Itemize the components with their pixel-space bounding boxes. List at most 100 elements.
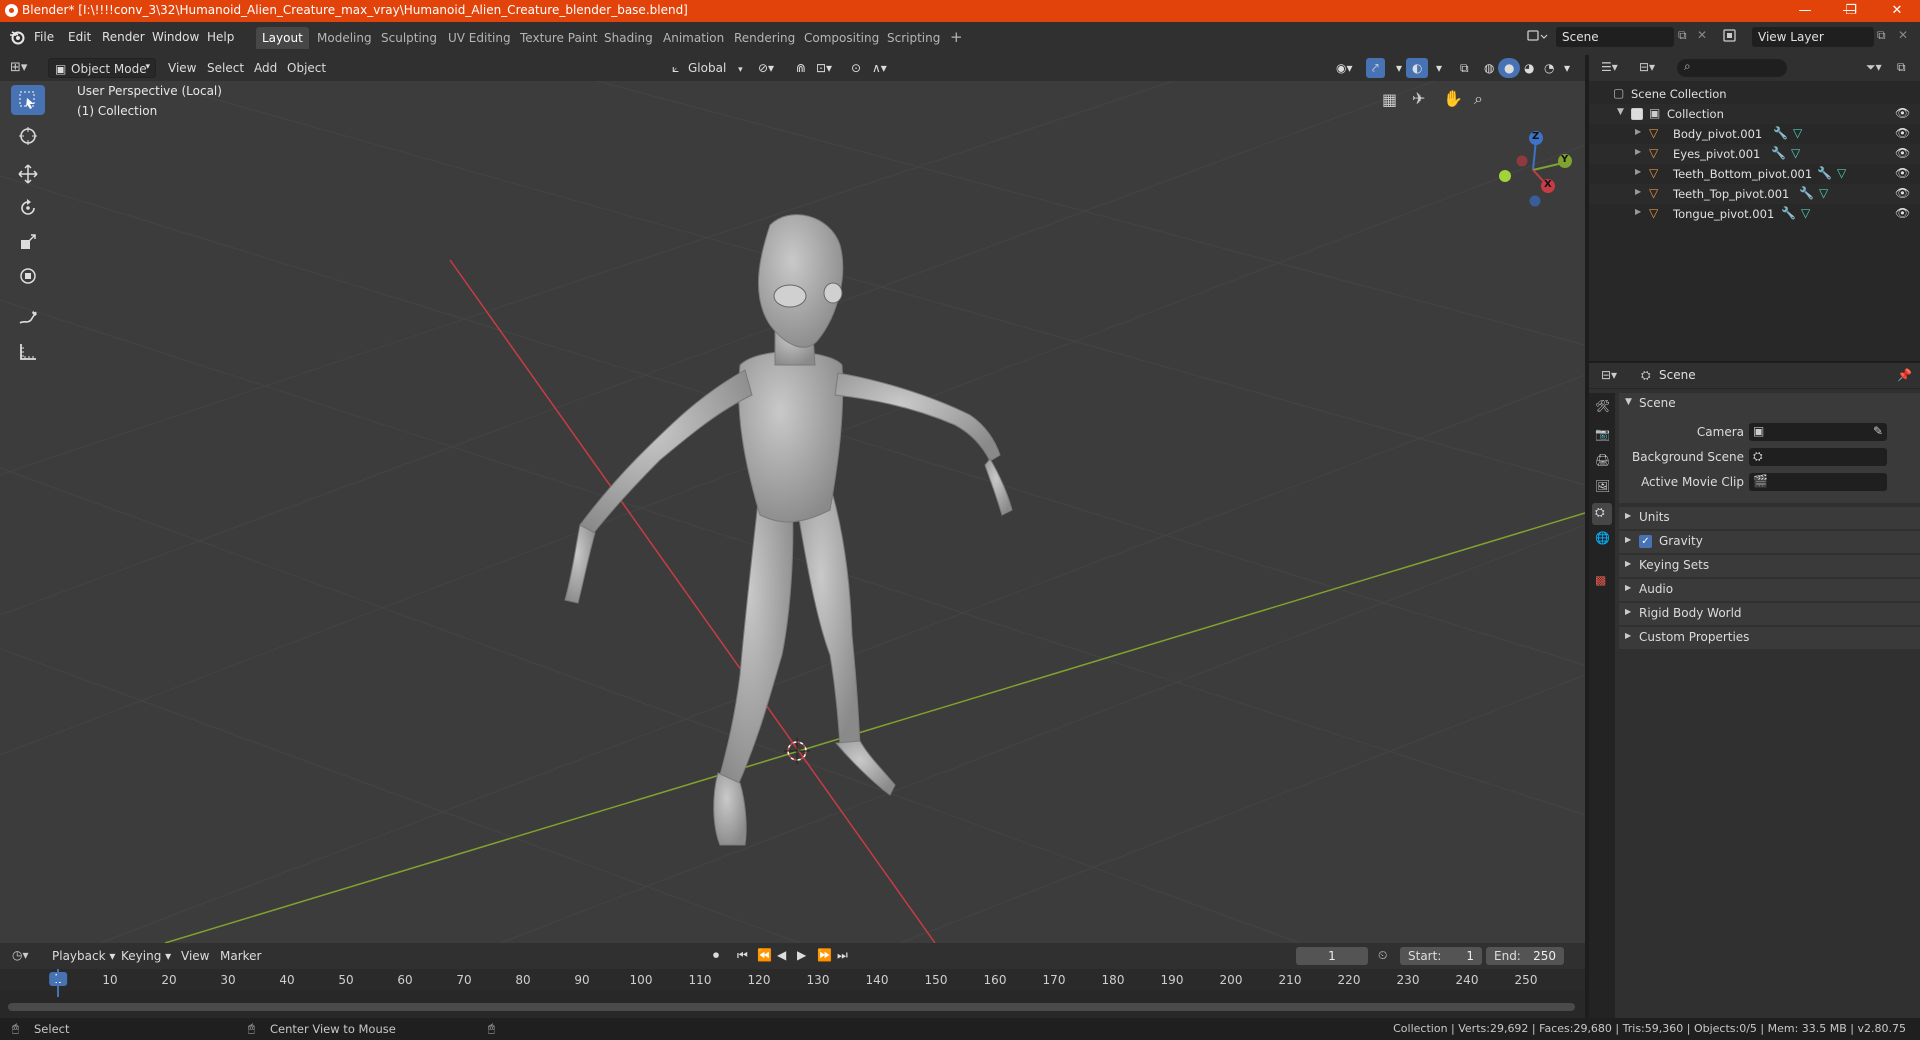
units-panel-header[interactable]: ▶ Units — [1619, 507, 1920, 529]
modifier-wrench-icon[interactable]: 🔧 — [1773, 126, 1788, 140]
modifier-wrench-icon[interactable]: 🔧 — [1771, 146, 1786, 160]
end-frame-field[interactable]: End: 250 — [1486, 947, 1564, 965]
overlays-dropdown-icon[interactable]: ▾ — [1430, 58, 1448, 78]
start-frame-field[interactable]: Start: 1 — [1400, 947, 1482, 965]
collapse-chevron-icon[interactable]: ▼ — [1617, 107, 1624, 117]
xray-toggle-icon[interactable]: ⧉ — [1454, 58, 1475, 78]
tab-compositing[interactable]: Compositing — [798, 27, 885, 49]
tab-layout[interactable]: Layout — [256, 27, 309, 49]
outliner-object-row[interactable]: ▶ ▽ Tongue_pivot.001 🔧 ▽ 👁 — [1589, 204, 1920, 224]
timeline-menu-playback[interactable]: Playback ▾ — [46, 946, 121, 966]
view-layer-new-icon[interactable]: ⧉ — [1877, 28, 1886, 43]
mesh-data-icon[interactable]: ▽ — [1791, 146, 1800, 160]
modifier-wrench-icon[interactable]: 🔧 — [1817, 166, 1832, 180]
tab-modeling[interactable]: Modeling — [311, 27, 378, 49]
filter-icon[interactable]: ⏷▾ — [1866, 60, 1882, 75]
tab-shading[interactable]: Shading — [598, 27, 659, 49]
transform-tool[interactable] — [11, 261, 45, 291]
visibility-eye-icon[interactable]: 👁 — [1895, 146, 1910, 160]
falloff-curve-icon[interactable]: ∧▾ — [866, 58, 893, 78]
shading-dropdown-icon[interactable]: ▾ — [1558, 58, 1576, 78]
timeline-keyframe-area[interactable] — [0, 969, 1585, 1018]
transform-orientation-dropdown[interactable]: ⟀ Global ▾ — [668, 58, 749, 78]
view-layer-field[interactable]: View Layer — [1752, 27, 1874, 47]
outliner-object-row[interactable]: ▶ ▽ Body_pivot.001 🔧 ▽ 👁 — [1589, 124, 1920, 144]
overlays-toggle-icon[interactable]: ◐ — [1406, 58, 1429, 78]
expand-chevron-icon[interactable]: ▶ — [1635, 207, 1641, 216]
mesh-data-icon[interactable]: ▽ — [1819, 186, 1828, 200]
viewport-menu-select[interactable]: Select — [201, 58, 250, 78]
timeline-menu-keying[interactable]: Keying ▾ — [115, 946, 177, 966]
gravity-panel-header[interactable]: ▶ ✓ Gravity — [1619, 531, 1920, 553]
gravity-checkbox[interactable]: ✓ — [1639, 535, 1652, 548]
tab-texture-paint[interactable]: Texture Paint — [514, 27, 603, 49]
navigation-gizmo[interactable] — [1499, 131, 1572, 207]
world-tab-icon[interactable]: 🌐 — [1595, 531, 1610, 545]
mesh-data-icon[interactable]: ▽ — [1837, 166, 1846, 180]
custom-properties-panel-header[interactable]: ▶ Custom Properties — [1619, 627, 1920, 649]
gizmo-toggle-icon[interactable]: ⤤ — [1366, 58, 1385, 78]
snap-target-icon[interactable]: ⊡▾ — [810, 58, 838, 78]
play-icon[interactable]: ▶ — [797, 948, 806, 962]
measure-tool[interactable] — [11, 337, 45, 367]
scene-remove-icon[interactable]: ✕ — [1697, 28, 1707, 42]
mode-dropdown[interactable]: Object Mode ▣ ▾ — [48, 58, 156, 78]
expand-chevron-icon[interactable]: ▶ — [1635, 127, 1641, 136]
tab-uv-editing[interactable]: UV Editing — [442, 27, 517, 49]
tab-scripting[interactable]: Scripting — [881, 27, 946, 49]
eyedropper-icon[interactable]: ✎ — [1873, 424, 1883, 438]
render-tab-icon[interactable]: 📷 — [1595, 427, 1610, 441]
select-box-tool[interactable] — [11, 85, 45, 115]
outliner-object-row[interactable]: ▶ ▽ Eyes_pivot.001 🔧 ▽ 👁 — [1589, 144, 1920, 164]
jump-start-icon[interactable]: ⏮ — [737, 948, 748, 963]
viewport-menu-add[interactable]: Add — [248, 58, 283, 78]
menu-help[interactable]: Help — [207, 30, 234, 44]
modifier-wrench-icon[interactable]: 🔧 — [1799, 186, 1814, 200]
display-mode-icon[interactable]: ⊟▾ — [1639, 60, 1655, 74]
zoom-icon[interactable]: ⌕ — [1474, 89, 1483, 109]
viewport-scene[interactable] — [0, 55, 1585, 943]
rigid-body-world-panel-header[interactable]: ▶ Rigid Body World — [1619, 603, 1920, 625]
audio-panel-header[interactable]: ▶ Audio — [1619, 579, 1920, 601]
visibility-eye-icon[interactable]: 👁 — [1895, 126, 1910, 140]
menu-window[interactable]: Window — [152, 30, 199, 44]
viewport-menu-object[interactable]: Object — [281, 58, 332, 78]
snap-magnet-icon[interactable]: ⋒ — [790, 58, 812, 78]
tab-rendering[interactable]: Rendering — [728, 27, 801, 49]
new-collection-icon[interactable]: ⧉ — [1897, 60, 1906, 75]
view-layer-remove-icon[interactable]: ✕ — [1898, 28, 1908, 42]
active-movie-clip-field[interactable]: 🎬 — [1749, 473, 1887, 491]
keying-sets-panel-header[interactable]: ▶ Keying Sets — [1619, 555, 1920, 577]
proportional-edit-icon[interactable]: ⊙ — [845, 58, 867, 78]
prev-keyframe-icon[interactable]: ⏪ — [757, 948, 772, 962]
scene-new-icon[interactable]: ⧉ — [1678, 28, 1687, 43]
timeline-frame-ruler[interactable]: 1102030405060708090100110120130140150160… — [0, 969, 1585, 991]
editor-type-icon[interactable]: ⊞▾ — [10, 60, 27, 75]
texture-tab-icon[interactable]: ▩ — [1595, 573, 1606, 587]
properties-editor-type-icon[interactable]: ⊟▾ — [1601, 368, 1617, 382]
close-window-button[interactable]: ✕ — [1874, 0, 1920, 22]
restore-window-button[interactable]: ❐ — [1828, 0, 1874, 22]
cursor-tool[interactable] — [11, 121, 45, 151]
menu-file[interactable]: File — [34, 30, 54, 44]
add-workspace-button[interactable]: + — [944, 27, 969, 49]
toggle-ortho-grid-icon[interactable]: ▦ — [1382, 90, 1397, 109]
tool-settings-tab-icon[interactable]: 🛠 — [1595, 399, 1610, 413]
camera-view-icon[interactable]: ✈ — [1412, 89, 1425, 108]
view-layer-selector-icon[interactable] — [1722, 27, 1750, 49]
blender-menu-icon[interactable] — [9, 29, 25, 48]
visibility-eye-icon[interactable]: 👁 — [1895, 106, 1910, 120]
current-frame-field[interactable]: 1 — [1296, 947, 1368, 965]
visibility-eye-icon[interactable]: 👁 — [1895, 206, 1910, 220]
tab-sculpting[interactable]: Sculpting — [375, 27, 443, 49]
3d-cursor-icon[interactable] — [784, 738, 810, 764]
scale-tool[interactable] — [11, 227, 45, 257]
record-icon[interactable]: ⏺ — [713, 948, 719, 963]
minimize-window-button[interactable]: — — [1782, 0, 1828, 22]
jump-end-icon[interactable]: ⏭ — [837, 948, 848, 963]
timeline-menu-marker[interactable]: Marker — [214, 946, 267, 966]
scene-selector-icon[interactable] — [1526, 27, 1554, 49]
3d-viewport[interactable]: Z Y X ▦ ✈ ✋ ⌕ ⊞▾ Object Mode ▣ ▾ View Se… — [0, 55, 1585, 943]
mesh-data-icon[interactable]: ▽ — [1793, 126, 1802, 140]
timeline-editor-type-icon[interactable]: ◷▾ — [12, 948, 29, 962]
